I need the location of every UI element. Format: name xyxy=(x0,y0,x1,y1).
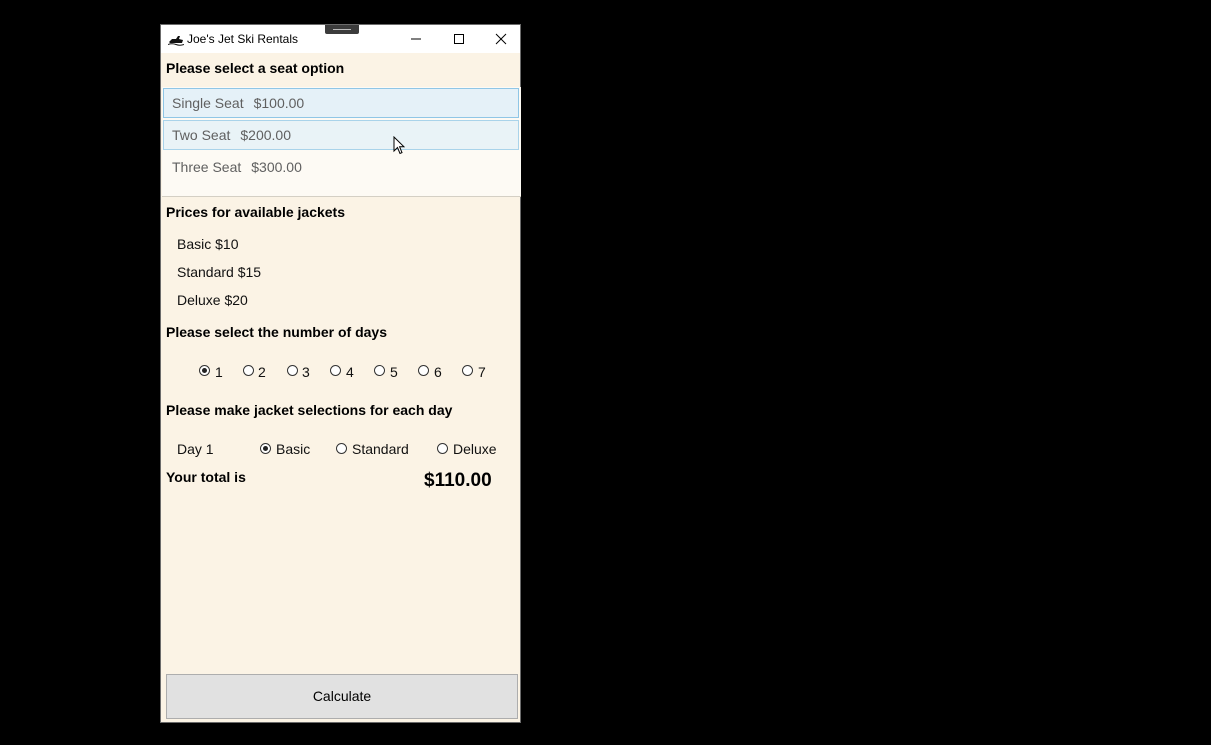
day-count-radio-3[interactable] xyxy=(287,365,298,376)
seat-option-name: Three Seat xyxy=(172,159,242,175)
seat-option-three[interactable]: Three Seat $300.00 xyxy=(163,152,519,182)
jacket-option-label: Basic xyxy=(276,441,311,457)
jacket-price-basic: Basic $10 xyxy=(177,236,239,252)
seat-option-price: $100.00 xyxy=(253,95,305,111)
jet-ski-icon xyxy=(168,36,184,46)
days-radio-group: 1 2 3 4 5 6 7 xyxy=(161,362,520,382)
jacket-option-label: Standard xyxy=(352,441,409,457)
day-count-label: 3 xyxy=(302,364,310,380)
day-label: Day 1 xyxy=(177,441,214,457)
jacket-radio-standard[interactable] xyxy=(336,443,347,454)
jackets-heading: Prices for available jackets xyxy=(166,204,345,220)
jacket-price-deluxe: Deluxe $20 xyxy=(177,292,248,308)
jacket-radio-deluxe[interactable] xyxy=(437,443,448,454)
seat-option-two[interactable]: Two Seat $200.00 xyxy=(163,120,519,150)
total-value: $110.00 xyxy=(424,470,492,491)
calculate-button[interactable]: Calculate xyxy=(166,674,518,719)
day-count-label: 6 xyxy=(434,364,442,380)
day-count-radio-7[interactable] xyxy=(462,365,473,376)
seat-option-name: Single Seat xyxy=(172,95,244,111)
day-count-label: 1 xyxy=(215,364,223,380)
day-count-label: 2 xyxy=(258,364,266,380)
days-heading: Please select the number of days xyxy=(166,324,387,340)
minimize-button[interactable] xyxy=(394,25,438,53)
app-window: Joe's Jet Ski Rentals Please select a se… xyxy=(160,24,521,723)
jacket-option-label: Deluxe xyxy=(453,441,497,457)
mouse-cursor-icon xyxy=(393,136,405,155)
day-count-radio-1[interactable] xyxy=(199,365,210,376)
jacket-selection-heading: Please make jacket selections for each d… xyxy=(166,402,453,418)
day-count-radio-6[interactable] xyxy=(418,365,429,376)
seat-option-single[interactable]: Single Seat $100.00 xyxy=(163,88,519,118)
seat-option-price: $300.00 xyxy=(251,159,302,175)
day-count-label: 4 xyxy=(346,364,354,380)
window-title: Joe's Jet Ski Rentals xyxy=(187,32,299,46)
seat-option-price: $200.00 xyxy=(240,127,291,143)
day-count-radio-4[interactable] xyxy=(330,365,341,376)
maximize-icon xyxy=(454,34,464,44)
seat-option-name: Two Seat xyxy=(172,127,231,143)
drag-handle[interactable] xyxy=(325,25,359,34)
seat-list[interactable]: Single Seat $100.00 Two Seat $200.00 Three… xyxy=(162,87,521,197)
day-count-radio-2[interactable] xyxy=(243,365,254,376)
minimize-icon xyxy=(411,38,421,40)
close-button[interactable] xyxy=(479,25,523,53)
day-count-radio-5[interactable] xyxy=(374,365,385,376)
close-icon xyxy=(495,33,507,45)
jacket-radio-basic[interactable] xyxy=(260,443,271,454)
day-count-label: 7 xyxy=(478,364,486,380)
total-label: Your total is xyxy=(166,469,246,485)
jacket-selection-row: Day 1 Basic Standard Deluxe xyxy=(161,440,520,460)
seat-heading: Please select a seat option xyxy=(166,60,345,76)
day-count-label: 5 xyxy=(390,364,398,380)
jacket-price-standard: Standard $15 xyxy=(177,264,262,280)
maximize-button[interactable] xyxy=(437,25,481,53)
